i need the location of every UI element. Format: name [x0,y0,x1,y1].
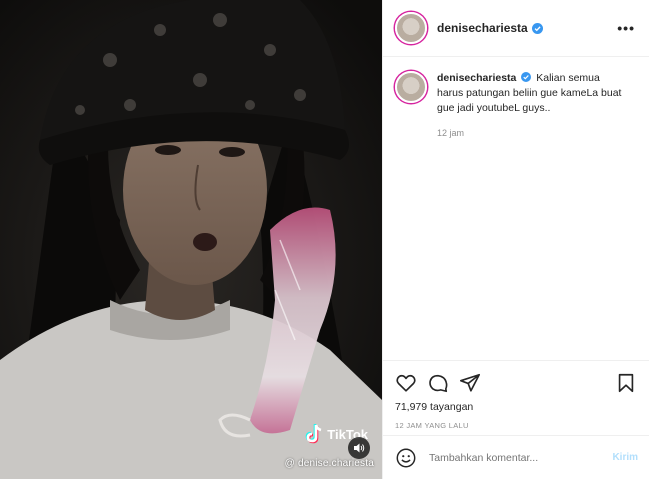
share-icon[interactable] [459,372,481,394]
verified-badge-icon [531,22,543,34]
caption: denisechariesta Kalian semua harus patun… [395,71,635,141]
avatar[interactable] [395,12,427,44]
caption-timestamp[interactable]: 12 jam [437,126,627,141]
bookmark-icon[interactable] [615,372,637,394]
post-comment-button[interactable]: Kirim [612,452,638,463]
mute-toggle-button[interactable] [348,437,370,459]
posted-time[interactable]: 12 JAM YANG LALU [395,421,637,430]
caption-username[interactable]: denisechariesta [437,72,516,84]
comment-input[interactable] [429,451,613,464]
header-username[interactable]: denisechariesta [437,21,528,35]
heart-icon[interactable] [395,372,417,394]
emoji-icon[interactable] [395,447,417,469]
caption-body: denisechariesta Kalian semua harus patun… [437,71,627,141]
video-frame [0,0,382,479]
post-header: denisechariesta ••• [383,0,649,57]
verified-badge-icon [521,72,532,82]
tiktok-handle: @ denise.chariesta [284,458,374,469]
caption-avatar[interactable] [395,71,427,103]
views-count[interactable]: 71,979 tayangan [395,401,637,413]
comment-icon[interactable] [427,372,449,394]
comments-section: denisechariesta Kalian semua harus patun… [383,57,649,360]
tiktok-logo-icon [305,424,322,444]
action-icons [395,369,637,397]
post-sidebar: denisechariesta ••• denisechariesta Kali… [382,0,649,479]
volume-icon [354,443,365,453]
add-comment-bar: Kirim [383,435,649,479]
more-options-button[interactable]: ••• [617,20,635,36]
views-label: tayangan [430,401,474,413]
post-video[interactable]: TikTok @ denise.chariesta [0,0,382,479]
actions-bar: 71,979 tayangan 12 JAM YANG LALU [383,360,649,430]
views-number: 71,979 [395,401,428,413]
